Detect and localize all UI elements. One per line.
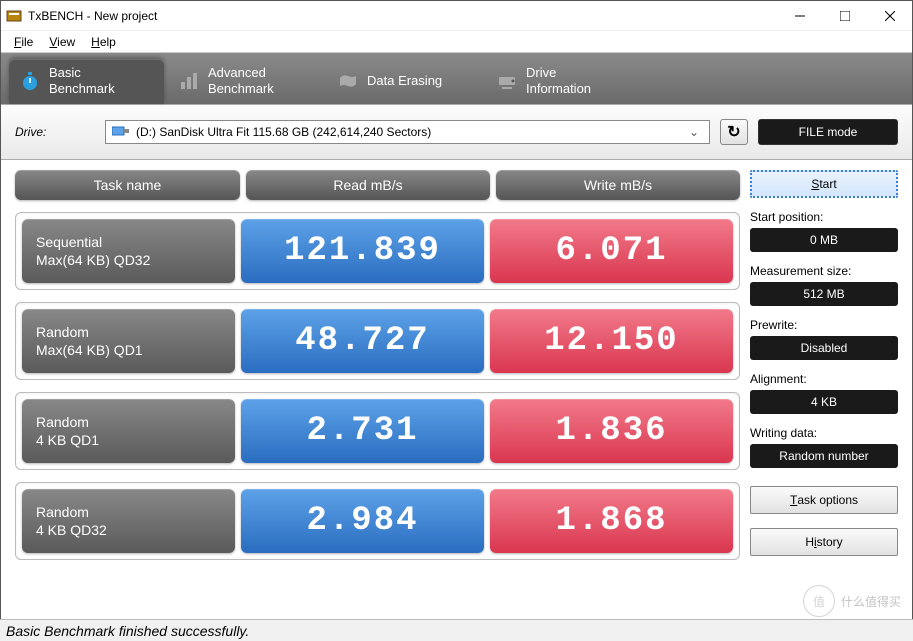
results-header-row: Task name Read mB/s Write mB/s bbox=[15, 170, 740, 200]
titlebar: TxBENCH - New project bbox=[1, 1, 912, 31]
menu-help[interactable]: Help bbox=[83, 33, 124, 51]
status-text: Basic Benchmark finished successfully. bbox=[6, 623, 249, 639]
drive-select-text: (D:) SanDisk Ultra Fit 115.68 GB (242,61… bbox=[136, 125, 679, 139]
drive-info-icon bbox=[496, 70, 518, 92]
tab-strip: BasicBenchmark AdvancedBenchmark Data Er… bbox=[1, 53, 912, 104]
task-name-chip: Sequential Max(64 KB) QD32 bbox=[22, 219, 235, 283]
chevron-down-icon: ⌄ bbox=[685, 125, 703, 139]
maximize-button[interactable] bbox=[822, 1, 867, 30]
erase-icon bbox=[337, 70, 359, 92]
task-line1: Random bbox=[36, 323, 221, 341]
tab-advanced-benchmark[interactable]: AdvancedBenchmark bbox=[168, 59, 323, 104]
alignment-value: 4 KB bbox=[750, 390, 898, 414]
task-name-chip: Random 4 KB QD1 bbox=[22, 399, 235, 463]
menu-file[interactable]: File bbox=[6, 33, 41, 51]
writing-data-value: Random number bbox=[750, 444, 898, 468]
drive-icon bbox=[112, 124, 130, 141]
tab-label: DriveInformation bbox=[526, 65, 591, 96]
history-button[interactable]: History bbox=[750, 528, 898, 556]
measurement-size-value: 512 MB bbox=[750, 282, 898, 306]
refresh-button[interactable]: ↻ bbox=[720, 119, 748, 145]
side-panel: Start Start position: 0 MB Measurement s… bbox=[750, 170, 898, 572]
menubar: File View Help bbox=[1, 31, 912, 53]
writing-data-label: Writing data: bbox=[750, 426, 898, 440]
tab-label: AdvancedBenchmark bbox=[208, 65, 274, 96]
watermark-badge: 值 bbox=[803, 585, 835, 617]
main-area: Task name Read mB/s Write mB/s Sequentia… bbox=[1, 160, 912, 582]
tab-label: Data Erasing bbox=[367, 73, 442, 89]
task-options-button[interactable]: Task options bbox=[750, 486, 898, 514]
drive-label: Drive: bbox=[15, 125, 95, 139]
results-column: Task name Read mB/s Write mB/s Sequentia… bbox=[15, 170, 740, 572]
header-read: Read mB/s bbox=[246, 170, 490, 200]
task-line2: 4 KB QD32 bbox=[36, 521, 221, 539]
close-button[interactable] bbox=[867, 1, 912, 30]
read-value: 121.839 bbox=[241, 219, 484, 283]
task-line2: Max(64 KB) QD32 bbox=[36, 251, 221, 269]
watermark: 值 什么值得买 bbox=[803, 585, 901, 617]
file-mode-button[interactable]: FILE mode bbox=[758, 119, 898, 145]
start-position-value: 0 MB bbox=[750, 228, 898, 252]
write-value: 6.071 bbox=[490, 219, 733, 283]
tab-data-erasing[interactable]: Data Erasing bbox=[327, 59, 482, 104]
task-line2: Max(64 KB) QD1 bbox=[36, 341, 221, 359]
task-line1: Sequential bbox=[36, 233, 221, 251]
tab-basic-benchmark[interactable]: BasicBenchmark bbox=[9, 59, 164, 104]
read-value: 2.984 bbox=[241, 489, 484, 553]
minimize-button[interactable] bbox=[777, 1, 822, 30]
alignment-label: Alignment: bbox=[750, 372, 898, 386]
drive-select[interactable]: (D:) SanDisk Ultra Fit 115.68 GB (242,61… bbox=[105, 120, 710, 144]
task-line2: 4 KB QD1 bbox=[36, 431, 221, 449]
tab-drive-information[interactable]: DriveInformation bbox=[486, 59, 641, 104]
result-row: Random Max(64 KB) QD1 48.727 12.150 bbox=[15, 302, 740, 380]
stopwatch-icon bbox=[19, 70, 41, 92]
result-row: Random 4 KB QD32 2.984 1.868 bbox=[15, 482, 740, 560]
start-button[interactable]: Start bbox=[750, 170, 898, 198]
read-value: 48.727 bbox=[241, 309, 484, 373]
bar-chart-icon bbox=[178, 70, 200, 92]
task-line1: Random bbox=[36, 503, 221, 521]
watermark-text: 什么值得买 bbox=[841, 593, 901, 610]
prewrite-label: Prewrite: bbox=[750, 318, 898, 332]
tab-label: BasicBenchmark bbox=[49, 65, 115, 96]
header-task-name: Task name bbox=[15, 170, 240, 200]
write-value: 12.150 bbox=[490, 309, 733, 373]
prewrite-value: Disabled bbox=[750, 336, 898, 360]
status-bar: Basic Benchmark finished successfully. bbox=[0, 619, 913, 641]
app-icon bbox=[6, 8, 22, 24]
task-name-chip: Random Max(64 KB) QD1 bbox=[22, 309, 235, 373]
read-value: 2.731 bbox=[241, 399, 484, 463]
write-value: 1.836 bbox=[490, 399, 733, 463]
window-title: TxBENCH - New project bbox=[28, 9, 777, 23]
drive-bar: Drive: (D:) SanDisk Ultra Fit 115.68 GB … bbox=[1, 104, 912, 160]
header-write: Write mB/s bbox=[496, 170, 740, 200]
task-name-chip: Random 4 KB QD32 bbox=[22, 489, 235, 553]
task-line1: Random bbox=[36, 413, 221, 431]
start-position-label: Start position: bbox=[750, 210, 898, 224]
menu-view[interactable]: View bbox=[41, 33, 83, 51]
result-row: Sequential Max(64 KB) QD32 121.839 6.071 bbox=[15, 212, 740, 290]
write-value: 1.868 bbox=[490, 489, 733, 553]
refresh-icon: ↻ bbox=[727, 122, 740, 142]
result-row: Random 4 KB QD1 2.731 1.836 bbox=[15, 392, 740, 470]
measurement-size-label: Measurement size: bbox=[750, 264, 898, 278]
